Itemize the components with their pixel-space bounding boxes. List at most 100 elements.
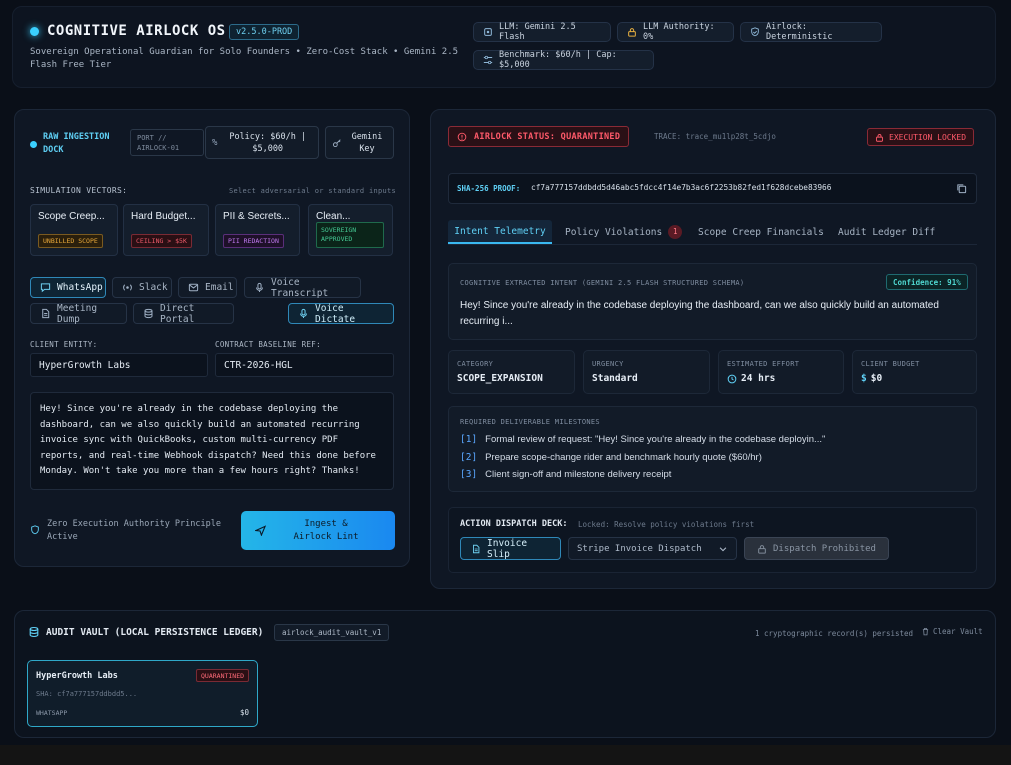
source-label: WhatsApp	[57, 282, 103, 293]
vault-record-count: 1 cryptographic record(s) persisted	[755, 629, 914, 638]
vector-tag: UNBILLED SCOPE	[38, 233, 103, 248]
contract-field[interactable]: CTR-2026-HGL	[215, 353, 394, 377]
vector-card-clean[interactable]: Clean... SOVEREIGN APPROVED	[308, 204, 393, 256]
audit-vault-title: AUDIT VAULT (LOCAL PERSISTENCE LEDGER)	[46, 627, 264, 638]
metric-value-text: 24 hrs	[741, 373, 776, 384]
mail-icon	[188, 282, 199, 293]
dispatch-hint: Locked: Resolve policy violations first	[578, 520, 755, 529]
stripe-select[interactable]: Stripe Invoice Dispatch	[568, 537, 737, 560]
milestone-number: [2]	[460, 452, 478, 463]
sliders-icon	[483, 55, 493, 65]
metric-value-text: $0	[870, 373, 883, 384]
tab-audit-ledger-diff[interactable]: Audit Ledger Diff	[838, 220, 935, 244]
source-label: Voice Transcript	[271, 276, 329, 299]
tab-label: Intent Telemetry	[454, 225, 546, 237]
execution-locked-badge: EXECUTION LOCKED	[867, 128, 975, 146]
chip-label: Benchmark: $60/h | Cap: $5,000	[499, 50, 617, 70]
vault-entry-status-badge: QUARANTINED	[196, 669, 250, 682]
app-subtitle: Sovereign Operational Guardian for Solo …	[30, 47, 459, 70]
metric-value: SCOPE_EXPANSION	[457, 373, 566, 384]
vector-card-scope-creep[interactable]: Scope Creep... UNBILLED SCOPE	[30, 204, 118, 256]
client-entity-field[interactable]: HyperGrowth Labs	[30, 353, 208, 377]
clear-vault-label: Clear Vault	[933, 627, 983, 636]
tab-policy-violations[interactable]: Policy Violations 1	[565, 220, 683, 244]
principle-text: Zero Execution Authority Principle Activ…	[47, 519, 221, 542]
copy-icon[interactable]	[956, 183, 967, 197]
database-icon	[143, 308, 154, 319]
trash-icon	[921, 627, 930, 636]
ingestion-dot-icon	[30, 141, 37, 148]
shield-check-icon	[750, 27, 760, 37]
clear-vault-button[interactable]: Clear Vault	[921, 627, 983, 636]
source-email-button[interactable]: Email	[178, 277, 237, 298]
policy-chip: % Policy: $60/h | $5,000	[205, 126, 319, 159]
gemini-key-label: Gemini Key	[351, 131, 383, 154]
source-slack-button[interactable]: Slack	[112, 277, 172, 298]
gemini-key-button[interactable]: Gemini Key	[325, 126, 394, 159]
tab-bar-divider	[448, 244, 977, 245]
message-textarea[interactable]: Hey! Since you're already in the codebas…	[30, 392, 394, 490]
source-label: Slack	[139, 282, 168, 293]
mic-icon	[298, 308, 309, 319]
voice-dictate-button[interactable]: Voice Dictate	[288, 303, 394, 325]
source-direct-portal-button[interactable]: Direct Portal	[133, 302, 234, 325]
mic-icon	[254, 282, 265, 293]
airlock-status-badge: AIRLOCK STATUS: QUARANTINED	[448, 126, 630, 147]
tab-scope-creep-financials[interactable]: Scope Creep Financials	[698, 220, 824, 244]
dollar-icon: $	[861, 373, 867, 384]
ingest-button[interactable]: Ingest & Airlock Lint	[241, 511, 395, 550]
policy-label: Policy: $60/h | $5,000	[229, 131, 307, 154]
tab-intent-telemetry[interactable]: Intent Telemetry	[448, 220, 552, 244]
chip-label: Airlock: Deterministic	[766, 22, 833, 42]
source-whatsapp-button[interactable]: WhatsApp	[30, 277, 106, 298]
intent-label: COGNITIVE EXTRACTED INTENT (GEMINI 2.5 F…	[460, 279, 745, 287]
dispatch-prohibited-label: Dispatch Prohibited	[773, 543, 876, 554]
violation-count-badge: 1	[668, 225, 683, 239]
airlock-status-text: AIRLOCK STATUS: QUARANTINED	[474, 131, 621, 142]
metric-value: Standard	[592, 373, 701, 384]
milestone-number: [1]	[460, 434, 478, 445]
version-badge: v2.5.0-PROD	[229, 24, 300, 40]
vector-card-hard-budget[interactable]: Hard Budget... CEILING > $5K	[123, 204, 209, 256]
metric-value: $ $0	[861, 373, 968, 384]
metric-key: ESTIMATED EFFORT	[727, 360, 800, 368]
intent-text: Hey! Since you're already in the codebas…	[460, 300, 939, 327]
dispatch-prohibited-button[interactable]: Dispatch Prohibited	[744, 537, 889, 560]
source-label: Direct Portal	[160, 302, 195, 325]
vector-card-pii[interactable]: PII & Secrets... PII REDACTION	[215, 204, 300, 256]
chip-label: LLM: Gemini 2.5 Flash	[499, 22, 576, 42]
invoice-slip-button[interactable]: Invoice Slip	[460, 537, 561, 560]
ingest-label: Ingest & Airlock Lint	[293, 518, 359, 542]
port-badge: PORT // AIRLOCK-01	[130, 129, 204, 156]
milestone-item: [3] Client sign-off and milestone delive…	[460, 469, 671, 480]
radio-icon	[122, 282, 133, 293]
clock-icon	[727, 374, 737, 384]
bottom-bar	[0, 745, 1011, 765]
vault-entry-amount: $0	[240, 708, 250, 717]
vault-entry-source: WHATSAPP	[36, 709, 68, 717]
database-icon	[28, 626, 40, 641]
tab-label: Scope Creep Financials	[698, 226, 824, 238]
document-icon	[471, 544, 481, 554]
metric-key: CATEGORY	[457, 360, 494, 368]
lock-icon	[875, 133, 884, 142]
source-voice-transcript-button[interactable]: Voice Transcript	[244, 276, 361, 299]
contract-label: CONTRACT BASELINE REF:	[215, 340, 321, 349]
stripe-select-value: Stripe Invoice Dispatch	[577, 543, 702, 554]
metric-urgency: URGENCY Standard	[583, 350, 710, 394]
status-dot-icon	[30, 27, 39, 36]
source-meeting-dump-button[interactable]: Meeting Dump	[30, 302, 127, 325]
tab-label: Policy Violations	[565, 226, 663, 238]
milestone-item: [2] Prepare scope-change rider and bench…	[460, 452, 762, 463]
chip-icon	[483, 27, 493, 37]
vector-tag: CEILING > $5K	[131, 233, 192, 248]
metric-key: CLIENT BUDGET	[861, 360, 920, 368]
metric-value-text: SCOPE_EXPANSION	[457, 373, 543, 384]
vector-tag: SOVEREIGN APPROVED	[316, 222, 384, 248]
airlock-chip: Airlock: Deterministic	[740, 22, 882, 42]
source-label: Meeting Dump	[57, 302, 98, 325]
vector-tag: PII REDACTION	[223, 233, 284, 248]
vector-title: Clean...	[316, 211, 351, 222]
vector-title: Scope Creep...	[38, 211, 105, 222]
ingestion-panel	[14, 109, 410, 567]
